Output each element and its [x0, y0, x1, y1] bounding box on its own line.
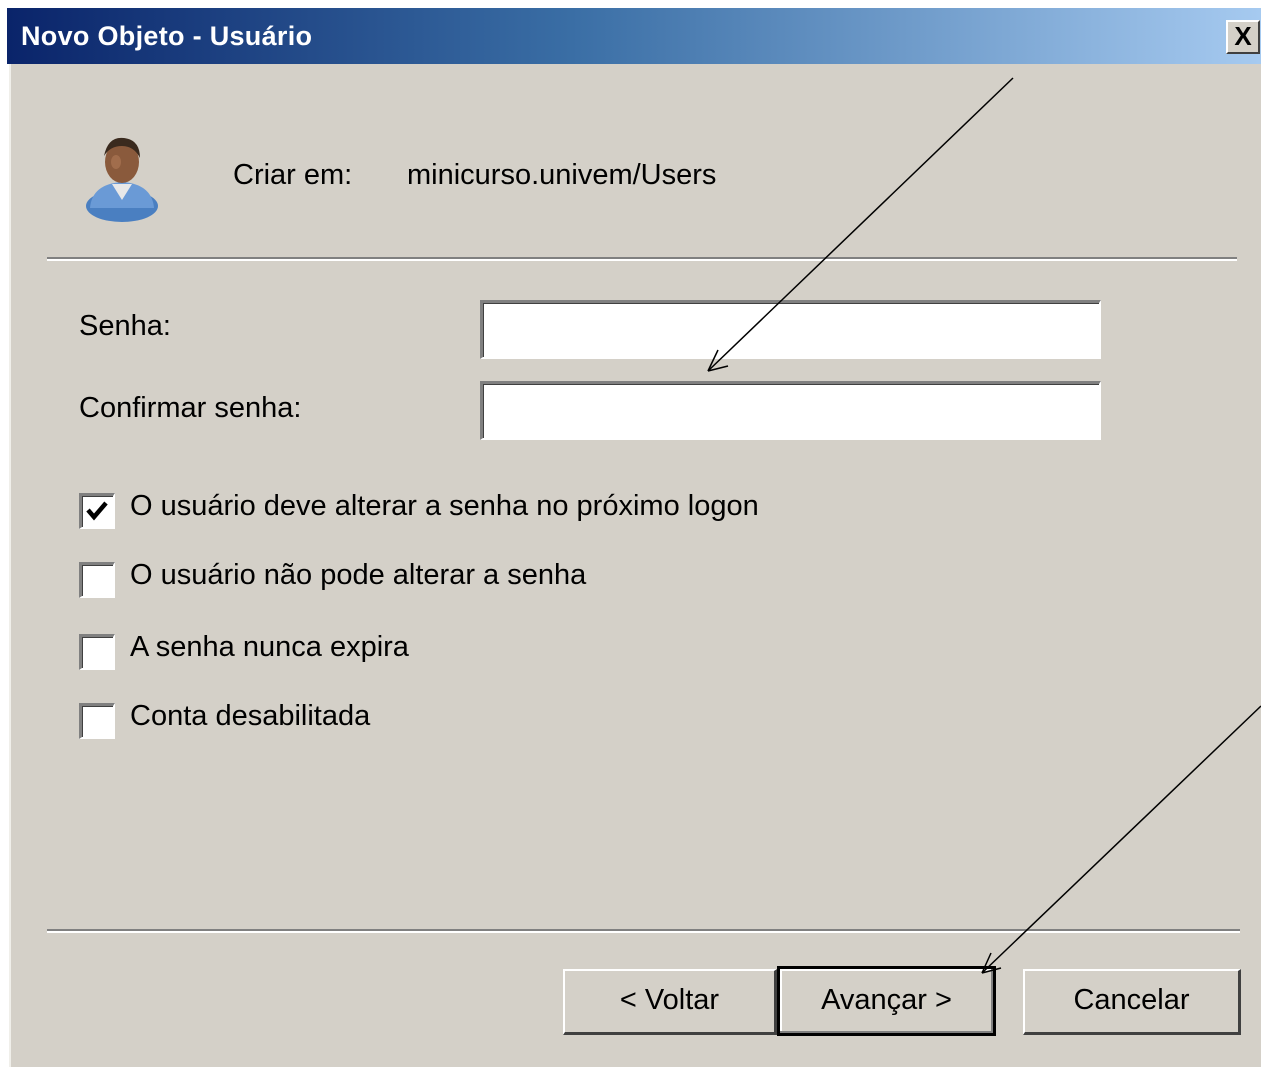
- confirm-password-input[interactable]: [480, 381, 1101, 440]
- back-button[interactable]: < Voltar: [563, 969, 777, 1035]
- separator: [47, 929, 1240, 933]
- close-button[interactable]: X: [1226, 20, 1260, 54]
- separator: [47, 257, 1237, 261]
- create-in-label: Criar em:: [233, 159, 353, 191]
- checkbox-label: O usuário não pode alterar a senha: [130, 559, 587, 591]
- checkbox[interactable]: [79, 703, 115, 739]
- checkbox-label: A senha nunca expira: [130, 631, 409, 663]
- cancel-button[interactable]: Cancelar: [1023, 969, 1241, 1035]
- checkbox[interactable]: [79, 562, 115, 598]
- password-input[interactable]: [480, 300, 1101, 359]
- create-in-path: minicurso.univem/Users: [407, 159, 717, 191]
- checkmark-icon: [86, 501, 108, 521]
- password-label: Senha:: [79, 310, 171, 342]
- checkbox[interactable]: [79, 493, 115, 529]
- title-bar: Novo Objeto - Usuário X: [7, 8, 1261, 64]
- checkbox[interactable]: [79, 634, 115, 670]
- checkbox-label: Conta desabilitada: [130, 700, 371, 732]
- user-icon: [86, 137, 158, 222]
- window-title: Novo Objeto - Usuário: [21, 21, 313, 51]
- next-button[interactable]: Avançar >: [777, 966, 996, 1036]
- confirm-password-label: Confirmar senha:: [79, 392, 302, 424]
- checkbox-label: O usuário deve alterar a senha no próxim…: [130, 490, 759, 522]
